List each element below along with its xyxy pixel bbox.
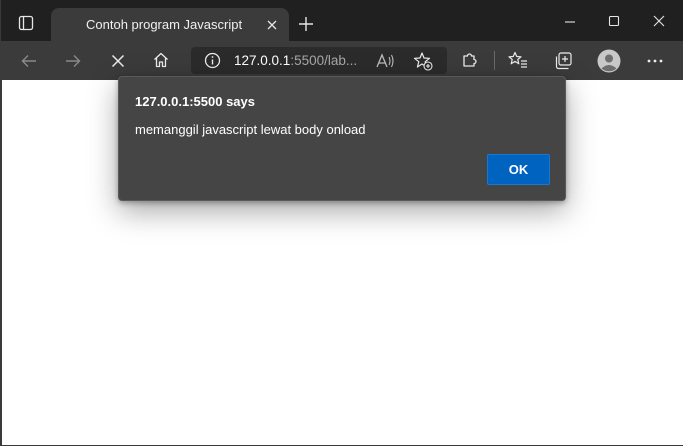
- address-bar[interactable]: 127.0.0.1:5500/lab...: [191, 47, 447, 74]
- alert-dialog: 127.0.0.1:5500 says memanggil javascript…: [118, 76, 566, 201]
- read-aloud-icon[interactable]: [375, 51, 395, 71]
- tab-title: Contoh program Javascript: [86, 17, 243, 32]
- active-tab[interactable]: Contoh program Javascript: [51, 8, 289, 41]
- home-icon[interactable]: [151, 50, 171, 70]
- back-arrow-icon[interactable]: [19, 51, 39, 71]
- close-tab-icon[interactable]: [263, 16, 281, 34]
- tab-actions-icon[interactable]: [16, 13, 36, 33]
- close-icon[interactable]: [650, 12, 668, 30]
- puzzle-icon[interactable]: [460, 50, 480, 70]
- favorites-icon[interactable]: [508, 50, 528, 70]
- forward-arrow-icon[interactable]: [63, 51, 83, 71]
- title-bar: Contoh program Javascript: [1, 0, 683, 41]
- url-host: 127.0.0.1: [234, 53, 291, 68]
- ok-button[interactable]: OK: [487, 154, 550, 185]
- more-icon[interactable]: [644, 51, 666, 71]
- minimize-icon[interactable]: [561, 13, 579, 31]
- plus-icon[interactable]: [297, 15, 315, 33]
- url-text[interactable]: 127.0.0.1:5500/lab...: [234, 53, 357, 68]
- dialog-message: memanggil javascript lewat body onload: [135, 122, 366, 137]
- maximize-icon[interactable]: [605, 12, 623, 30]
- toolbar-divider: [494, 51, 495, 70]
- profile-avatar-icon[interactable]: [596, 48, 621, 73]
- toolbar: 127.0.0.1:5500/lab...: [1, 41, 683, 80]
- add-favorite-icon[interactable]: [412, 50, 434, 72]
- info-icon[interactable]: [203, 51, 222, 70]
- dialog-title: 127.0.0.1:5500 says: [135, 94, 255, 109]
- stop-icon[interactable]: [108, 51, 128, 71]
- url-path: :5500/lab...: [290, 53, 358, 68]
- browser-window: Contoh program Javascript 127.0.0.1:5500…: [0, 0, 683, 446]
- collections-icon[interactable]: [553, 50, 575, 72]
